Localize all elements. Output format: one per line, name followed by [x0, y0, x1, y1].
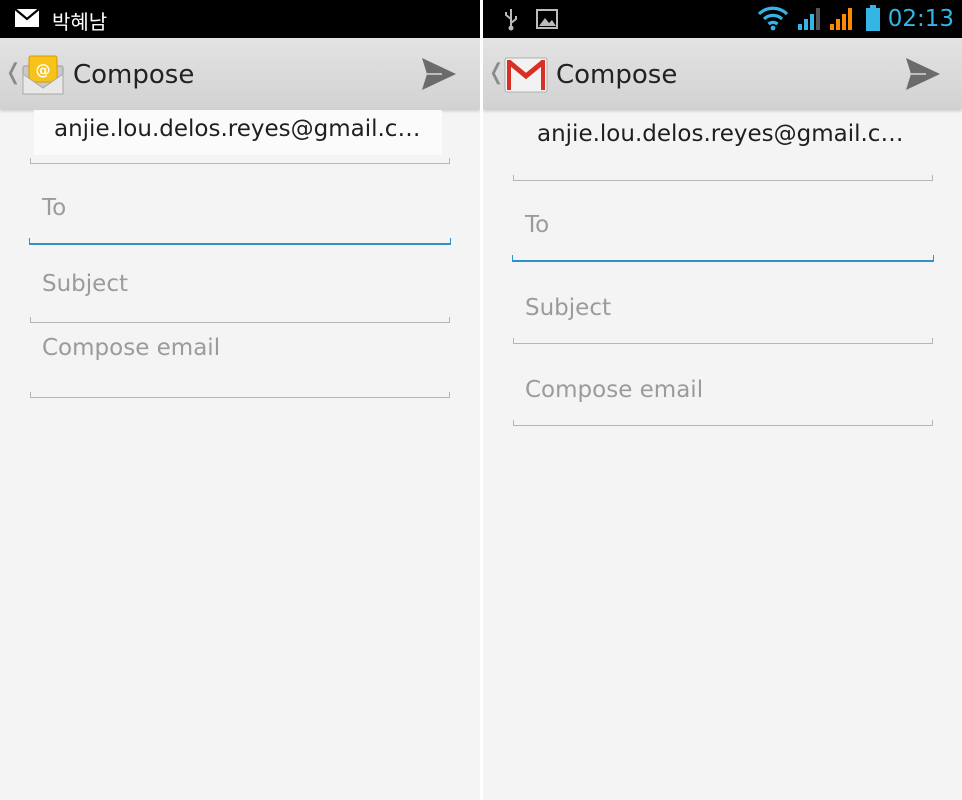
svg-text:@: @ — [36, 61, 51, 79]
signal-icon — [830, 8, 852, 30]
compose-body-field[interactable]: Compose email — [42, 335, 220, 361]
subject-field[interactable]: Subject — [525, 295, 611, 321]
subject-underline — [30, 317, 450, 323]
gmail-icon[interactable] — [503, 54, 549, 96]
action-bar: ❬ Compose — [483, 38, 962, 109]
send-icon[interactable] — [420, 56, 458, 92]
to-field[interactable]: To — [525, 212, 549, 238]
gmail-app-screen: 02:13 ❬ Compose anjie.lou.delos.reyes@gm… — [483, 0, 962, 800]
usb-icon — [505, 9, 517, 31]
to-underline — [29, 238, 451, 245]
email-app-icon[interactable]: @ — [20, 54, 66, 96]
to-field[interactable]: To — [42, 195, 66, 221]
compose-body-field[interactable]: Compose email — [525, 377, 703, 403]
compose-title: Compose — [556, 60, 678, 90]
send-icon[interactable] — [904, 56, 942, 92]
signal-icon — [798, 8, 820, 30]
from-underline — [513, 175, 933, 181]
from-account[interactable]: anjie.lou.delos.reyes@gmail.c… — [537, 121, 903, 147]
to-underline — [512, 255, 934, 262]
battery-icon — [866, 5, 880, 31]
action-bar: ❬ @ Compose — [0, 38, 480, 109]
status-bar: 02:13 — [483, 0, 962, 38]
wifi-icon — [757, 6, 789, 31]
subject-underline — [513, 338, 933, 344]
body-underline — [30, 392, 450, 398]
subject-field[interactable]: Subject — [42, 271, 128, 297]
from-underline — [30, 158, 450, 164]
body-underline — [513, 420, 933, 426]
email-app-screen: 박혜남 ❬ @ Compose anjie.lou.delos.reyes@gm… — [0, 0, 480, 800]
compose-title: Compose — [73, 60, 195, 90]
carrier-label: 박혜남 — [52, 10, 108, 34]
image-icon — [536, 9, 558, 29]
envelope-icon — [14, 8, 40, 27]
status-bar: 박혜남 — [0, 0, 480, 38]
clock: 02:13 — [887, 6, 954, 32]
from-account[interactable]: anjie.lou.delos.reyes@gmail.c… — [54, 116, 420, 142]
